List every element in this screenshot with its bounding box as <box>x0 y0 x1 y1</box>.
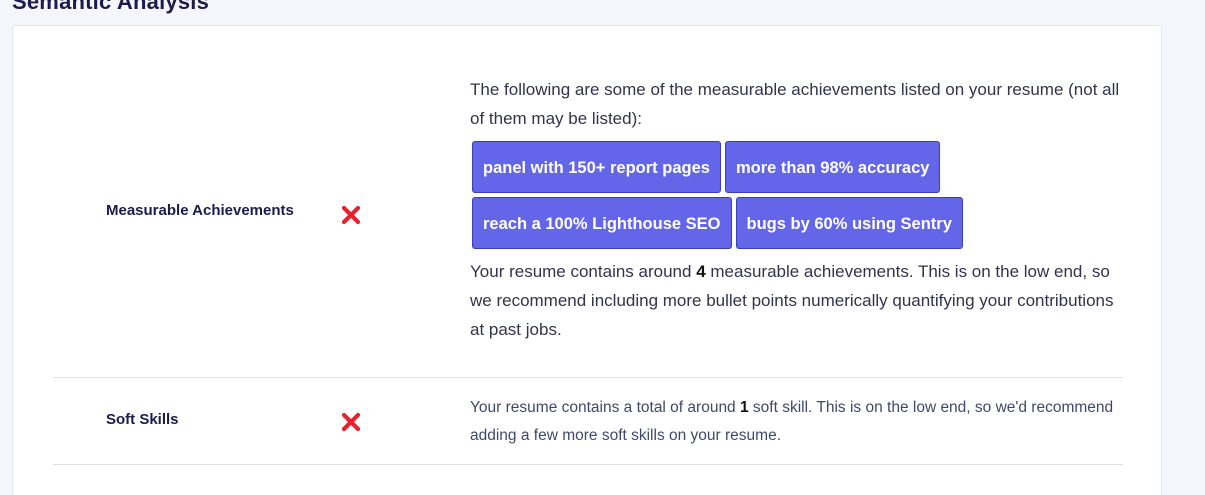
section-title: Semantic Analysis <box>12 0 210 14</box>
page: Semantic Analysis Measurable Achievement… <box>0 0 1205 495</box>
row-label-measurable-achievements: Measurable Achievements <box>106 202 294 219</box>
soft-skills-summary: Your resume contains a total of around 1… <box>470 394 1120 450</box>
achievement-chips: panel with 150+ report pages more than 9… <box>472 141 1120 249</box>
summary-prefix: Your resume contains a total of around <box>470 399 740 416</box>
chip-line: panel with 150+ report pages more than 9… <box>472 141 1120 193</box>
achievement-chip[interactable]: panel with 150+ report pages <box>472 141 721 193</box>
red-x-icon <box>341 412 361 432</box>
soft-skill-count: 1 <box>740 399 749 416</box>
row-measurable-achievements: Measurable Achievements The following ar… <box>53 26 1123 378</box>
achievement-count: 4 <box>696 262 706 281</box>
summary-prefix: Your resume contains around <box>470 262 697 281</box>
semantic-analysis-card: Measurable Achievements The following ar… <box>12 25 1162 495</box>
achievement-chip[interactable]: more than 98% accuracy <box>724 141 941 193</box>
row-soft-skills: Soft Skills Your resume contains a total… <box>53 378 1123 465</box>
achievement-chip[interactable]: reach a 100% Lighthouse SEO <box>472 197 732 249</box>
chip-line: reach a 100% Lighthouse SEO bugs by 60% … <box>472 197 1120 249</box>
row-label-soft-skills: Soft Skills <box>106 411 179 428</box>
achievement-chip[interactable]: bugs by 60% using Sentry <box>735 197 963 249</box>
achievements-intro: The following are some of the measurable… <box>470 80 1120 128</box>
red-x-icon <box>341 205 361 225</box>
achievements-content: The following are some of the measurable… <box>470 75 1120 344</box>
achievements-summary: Your resume contains around 4 measurable… <box>470 257 1120 344</box>
soft-skills-content: Your resume contains a total of around 1… <box>470 394 1120 450</box>
